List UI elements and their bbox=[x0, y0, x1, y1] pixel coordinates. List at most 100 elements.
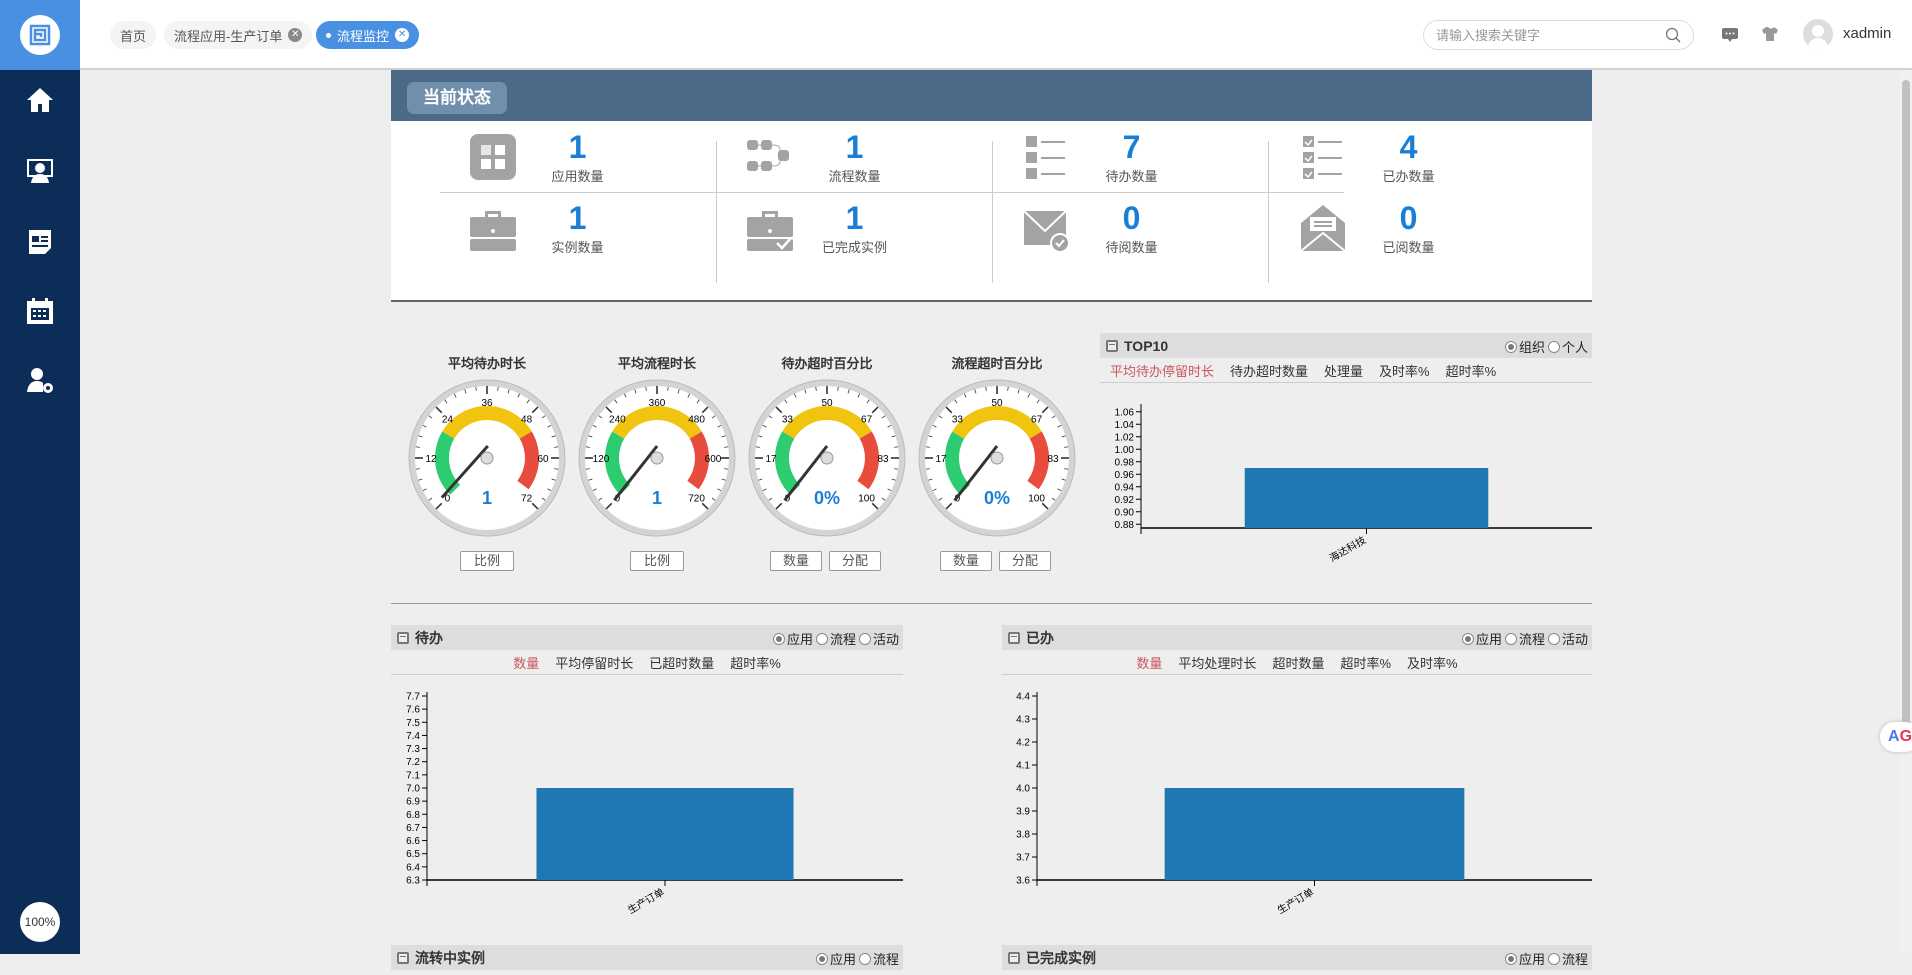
y-tick-label: 4.1 bbox=[1016, 761, 1030, 772]
radio-流程[interactable]: 流程 bbox=[815, 629, 856, 648]
gauge-分配-button[interactable]: 分配 bbox=[999, 551, 1051, 571]
stat-已完成实例[interactable]: 1 已完成实例 bbox=[717, 193, 994, 264]
metric-tab[interactable]: 平均处理时长 bbox=[1178, 653, 1256, 672]
gauge-比例-button[interactable]: 比例 bbox=[460, 551, 514, 571]
search-icon[interactable] bbox=[1665, 27, 1681, 43]
ag-floating-button[interactable]: AG bbox=[1880, 722, 1912, 752]
tab-process-monitor[interactable]: 流程监控 ✕ bbox=[316, 21, 420, 49]
stat-应用数量[interactable]: 1 应用数量 bbox=[440, 122, 717, 193]
close-icon[interactable]: ✕ bbox=[395, 28, 410, 42]
window-icon[interactable] bbox=[1008, 951, 1020, 964]
gauge-tick-label: 48 bbox=[521, 414, 533, 425]
metric-tab[interactable]: 超时率% bbox=[1340, 653, 1391, 672]
y-tick-label: 0.94 bbox=[1115, 482, 1135, 493]
gauge-tick-label: 100 bbox=[858, 494, 875, 505]
panel-header: 流转中实例 应用 流程 bbox=[391, 945, 903, 970]
message-icon[interactable] bbox=[1721, 27, 1739, 43]
radio-组织[interactable]: 组织 bbox=[1504, 337, 1545, 356]
metric-tab[interactable]: 待办超时数量 bbox=[1230, 361, 1308, 380]
metric-tab[interactable]: 数量 bbox=[513, 653, 539, 672]
flow-icon bbox=[747, 140, 789, 171]
y-tick-label: 1.06 bbox=[1115, 407, 1135, 418]
bar bbox=[1164, 788, 1465, 880]
stat-流程数量[interactable]: 1 流程数量 bbox=[717, 122, 994, 193]
metric-tab[interactable]: 及时率% bbox=[1407, 653, 1458, 672]
gauge-数量-button[interactable]: 数量 bbox=[940, 551, 992, 571]
done-list-icon bbox=[1303, 136, 1342, 179]
top10-panel: TOP10 组织 个人 平均待办停留时长 待办超时数量 处理量 及时率% 超时率% 0.88 0.… bbox=[1100, 333, 1592, 573]
gauge-数量-button[interactable]: 数量 bbox=[770, 551, 822, 571]
y-tick-label: 4.4 bbox=[1016, 692, 1030, 703]
metric-tabs: 数量 平均处理时长 超时数量 超时率% 及时率% bbox=[1002, 650, 1592, 675]
x-tick-label: 生产订单 bbox=[1275, 885, 1316, 916]
logo-icon bbox=[20, 15, 60, 55]
metric-tab[interactable]: 超时率% bbox=[730, 653, 781, 672]
gauge-value: 1 bbox=[482, 488, 492, 508]
radio-流程[interactable]: 流程 bbox=[1547, 949, 1588, 968]
gauge-tick-label: 17 bbox=[765, 454, 777, 465]
mail-open-icon bbox=[1300, 205, 1346, 252]
sidebar-item-user-settings[interactable] bbox=[0, 360, 80, 400]
window-icon[interactable] bbox=[397, 951, 409, 964]
metric-tab[interactable]: 处理量 bbox=[1324, 361, 1363, 380]
stat-待阅数量[interactable]: 0 待阅数量 bbox=[994, 193, 1271, 264]
sidebar-item-monitor[interactable] bbox=[0, 151, 80, 191]
scrollbar[interactable] bbox=[1900, 70, 1912, 954]
theme-shirt-icon[interactable] bbox=[1761, 26, 1779, 42]
gauge: 01224364860721 bbox=[408, 379, 566, 537]
window-icon[interactable] bbox=[1008, 631, 1020, 644]
todo-panel: 待办 应用 流程 活动 数量 平均停留时长 已超时数量 超时率% 6.3 6.4 6.5 6.6 6.7… bbox=[391, 625, 903, 935]
bar-chart: 0.88 0.900.92 0.940.96 0.981.00 1.021.04 1.06… bbox=[1115, 404, 1592, 565]
radio-group: 应用 流程 bbox=[815, 949, 899, 968]
metric-tab[interactable]: 超时率% bbox=[1446, 361, 1497, 380]
radio-活动[interactable]: 活动 bbox=[858, 629, 899, 648]
metric-tab[interactable]: 平均待办停留时长 bbox=[1110, 361, 1214, 380]
stat-label: 待阅数量 bbox=[1105, 240, 1158, 255]
tab-label: 流程应用-生产订单 bbox=[174, 28, 283, 44]
sidebar-item-calendar[interactable] bbox=[0, 291, 80, 331]
tab-label: 首页 bbox=[120, 28, 147, 44]
radio-个人[interactable]: 个人 bbox=[1547, 337, 1588, 356]
gauge-tick-label: 720 bbox=[688, 494, 705, 505]
metric-tab[interactable]: 已超时数量 bbox=[649, 653, 714, 672]
y-tick-label: 6.5 bbox=[406, 849, 420, 860]
gauge-tick-label: 360 bbox=[649, 398, 666, 409]
avatar[interactable] bbox=[1803, 19, 1833, 49]
tab-home[interactable]: 首页 bbox=[110, 21, 157, 49]
username[interactable]: xadmin bbox=[1843, 25, 1891, 42]
metric-tab[interactable]: 平均停留时长 bbox=[555, 653, 633, 672]
window-icon[interactable] bbox=[1106, 339, 1118, 352]
radio-应用[interactable]: 应用 bbox=[772, 629, 813, 648]
panel-header: 已办 应用 流程 活动 bbox=[1002, 625, 1592, 650]
sidebar-item-home[interactable] bbox=[0, 80, 80, 120]
gauge: 01202403604806007201 bbox=[578, 379, 736, 537]
monitor-user-icon bbox=[27, 159, 53, 183]
gauge-tick-label: 17 bbox=[935, 454, 947, 465]
radio-应用[interactable]: 应用 bbox=[1504, 949, 1545, 968]
metric-tab[interactable]: 超时数量 bbox=[1272, 653, 1324, 672]
radio-流程[interactable]: 流程 bbox=[1504, 629, 1545, 648]
metric-tab[interactable]: 数量 bbox=[1136, 653, 1162, 672]
gauge-比例-button[interactable]: 比例 bbox=[630, 551, 684, 571]
y-tick-label: 6.4 bbox=[406, 862, 420, 873]
radio-应用[interactable]: 应用 bbox=[1461, 629, 1502, 648]
logo[interactable] bbox=[0, 0, 80, 70]
sidebar-item-news[interactable] bbox=[0, 222, 80, 262]
radio-活动[interactable]: 活动 bbox=[1547, 629, 1588, 648]
stat-实例数量[interactable]: 1 实例数量 bbox=[440, 193, 717, 264]
gauge-分配-button[interactable]: 分配 bbox=[829, 551, 881, 571]
stat-已办数量[interactable]: 4 已办数量 bbox=[1271, 122, 1548, 193]
y-tick-label: 7.7 bbox=[406, 692, 420, 703]
zoom-level-badge[interactable]: 100% bbox=[20, 902, 60, 942]
tab-process-app[interactable]: 流程应用-生产订单 ✕ bbox=[164, 21, 313, 49]
metric-tab[interactable]: 及时率% bbox=[1379, 361, 1430, 380]
search-input[interactable] bbox=[1436, 27, 1665, 43]
radio-流程[interactable]: 流程 bbox=[858, 949, 899, 968]
y-tick-label: 6.7 bbox=[406, 823, 420, 834]
stat-已阅数量[interactable]: 0 已阅数量 bbox=[1271, 193, 1548, 264]
radio-应用[interactable]: 应用 bbox=[815, 949, 856, 968]
gauge-pivot bbox=[650, 451, 664, 465]
stat-待办数量[interactable]: 7 待办数量 bbox=[994, 122, 1271, 193]
close-icon[interactable]: ✕ bbox=[288, 28, 303, 42]
window-icon[interactable] bbox=[397, 631, 409, 644]
